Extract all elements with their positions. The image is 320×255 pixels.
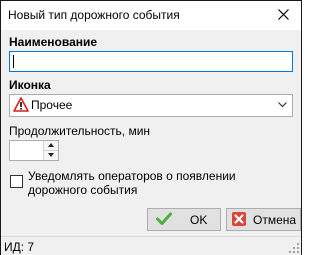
arrow-down-icon bbox=[48, 153, 54, 157]
ok-button[interactable]: OK bbox=[147, 208, 221, 231]
cancel-icon bbox=[232, 212, 246, 226]
notify-checkbox-label[interactable]: Уведомлять операторов о появлении дорожн… bbox=[28, 169, 290, 197]
status-bar: ИД: 7 bbox=[1, 236, 301, 255]
duration-label: Продолжительность, мин bbox=[9, 124, 151, 138]
ok-button-label: OK bbox=[190, 213, 208, 227]
dialog-window: Новый тип дорожного события Наименование… bbox=[0, 0, 302, 255]
name-label: Наименование bbox=[9, 35, 98, 49]
duration-stepper[interactable] bbox=[9, 140, 59, 161]
icon-dropdown[interactable]: Прочее bbox=[9, 94, 293, 117]
name-input[interactable] bbox=[9, 51, 293, 72]
icon-label: Иконка bbox=[9, 78, 51, 92]
checkmark-icon bbox=[156, 212, 172, 225]
icon-dropdown-value: Прочее bbox=[31, 98, 73, 112]
stepper-buttons bbox=[43, 141, 58, 160]
arrow-up-icon bbox=[48, 143, 54, 147]
notify-checkbox[interactable] bbox=[10, 175, 23, 188]
window-title: Новый тип дорожного события bbox=[8, 8, 180, 22]
status-id: ИД: 7 bbox=[4, 240, 35, 254]
cancel-button-label: Отмена bbox=[253, 213, 297, 227]
close-button[interactable] bbox=[267, 1, 301, 30]
chevron-down-icon bbox=[278, 102, 287, 108]
stepper-up-button[interactable] bbox=[44, 141, 58, 151]
stepper-down-button[interactable] bbox=[44, 151, 58, 160]
cancel-button[interactable]: Отмена bbox=[226, 208, 301, 231]
title-bar[interactable]: Новый тип дорожного события bbox=[1, 1, 301, 30]
resize-grip-icon[interactable] bbox=[289, 243, 299, 253]
warning-icon bbox=[13, 97, 29, 112]
text-caret bbox=[13, 55, 14, 68]
close-icon bbox=[278, 9, 289, 20]
